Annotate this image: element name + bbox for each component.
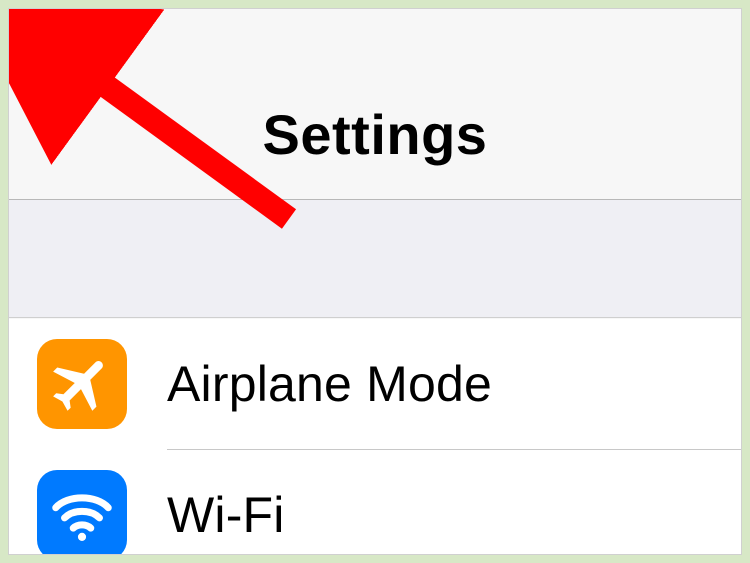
cell-wifi[interactable]: Wi-Fi [9, 450, 741, 555]
navbar: Settings [9, 69, 741, 199]
settings-screen: Settings Airplane Mode Wi-Fi [8, 8, 742, 555]
airplane-icon [37, 339, 127, 429]
settings-list: Airplane Mode Wi-Fi [9, 319, 741, 555]
cell-airplane-mode[interactable]: Airplane Mode [9, 319, 741, 449]
statusbar-airplane-icon [27, 15, 71, 59]
wifi-icon [37, 470, 127, 555]
cell-label: Airplane Mode [167, 355, 492, 413]
page-title: Settings [263, 102, 488, 167]
cell-label: Wi-Fi [167, 486, 285, 544]
group-header-spacer [9, 200, 741, 318]
status-bar [9, 9, 741, 69]
